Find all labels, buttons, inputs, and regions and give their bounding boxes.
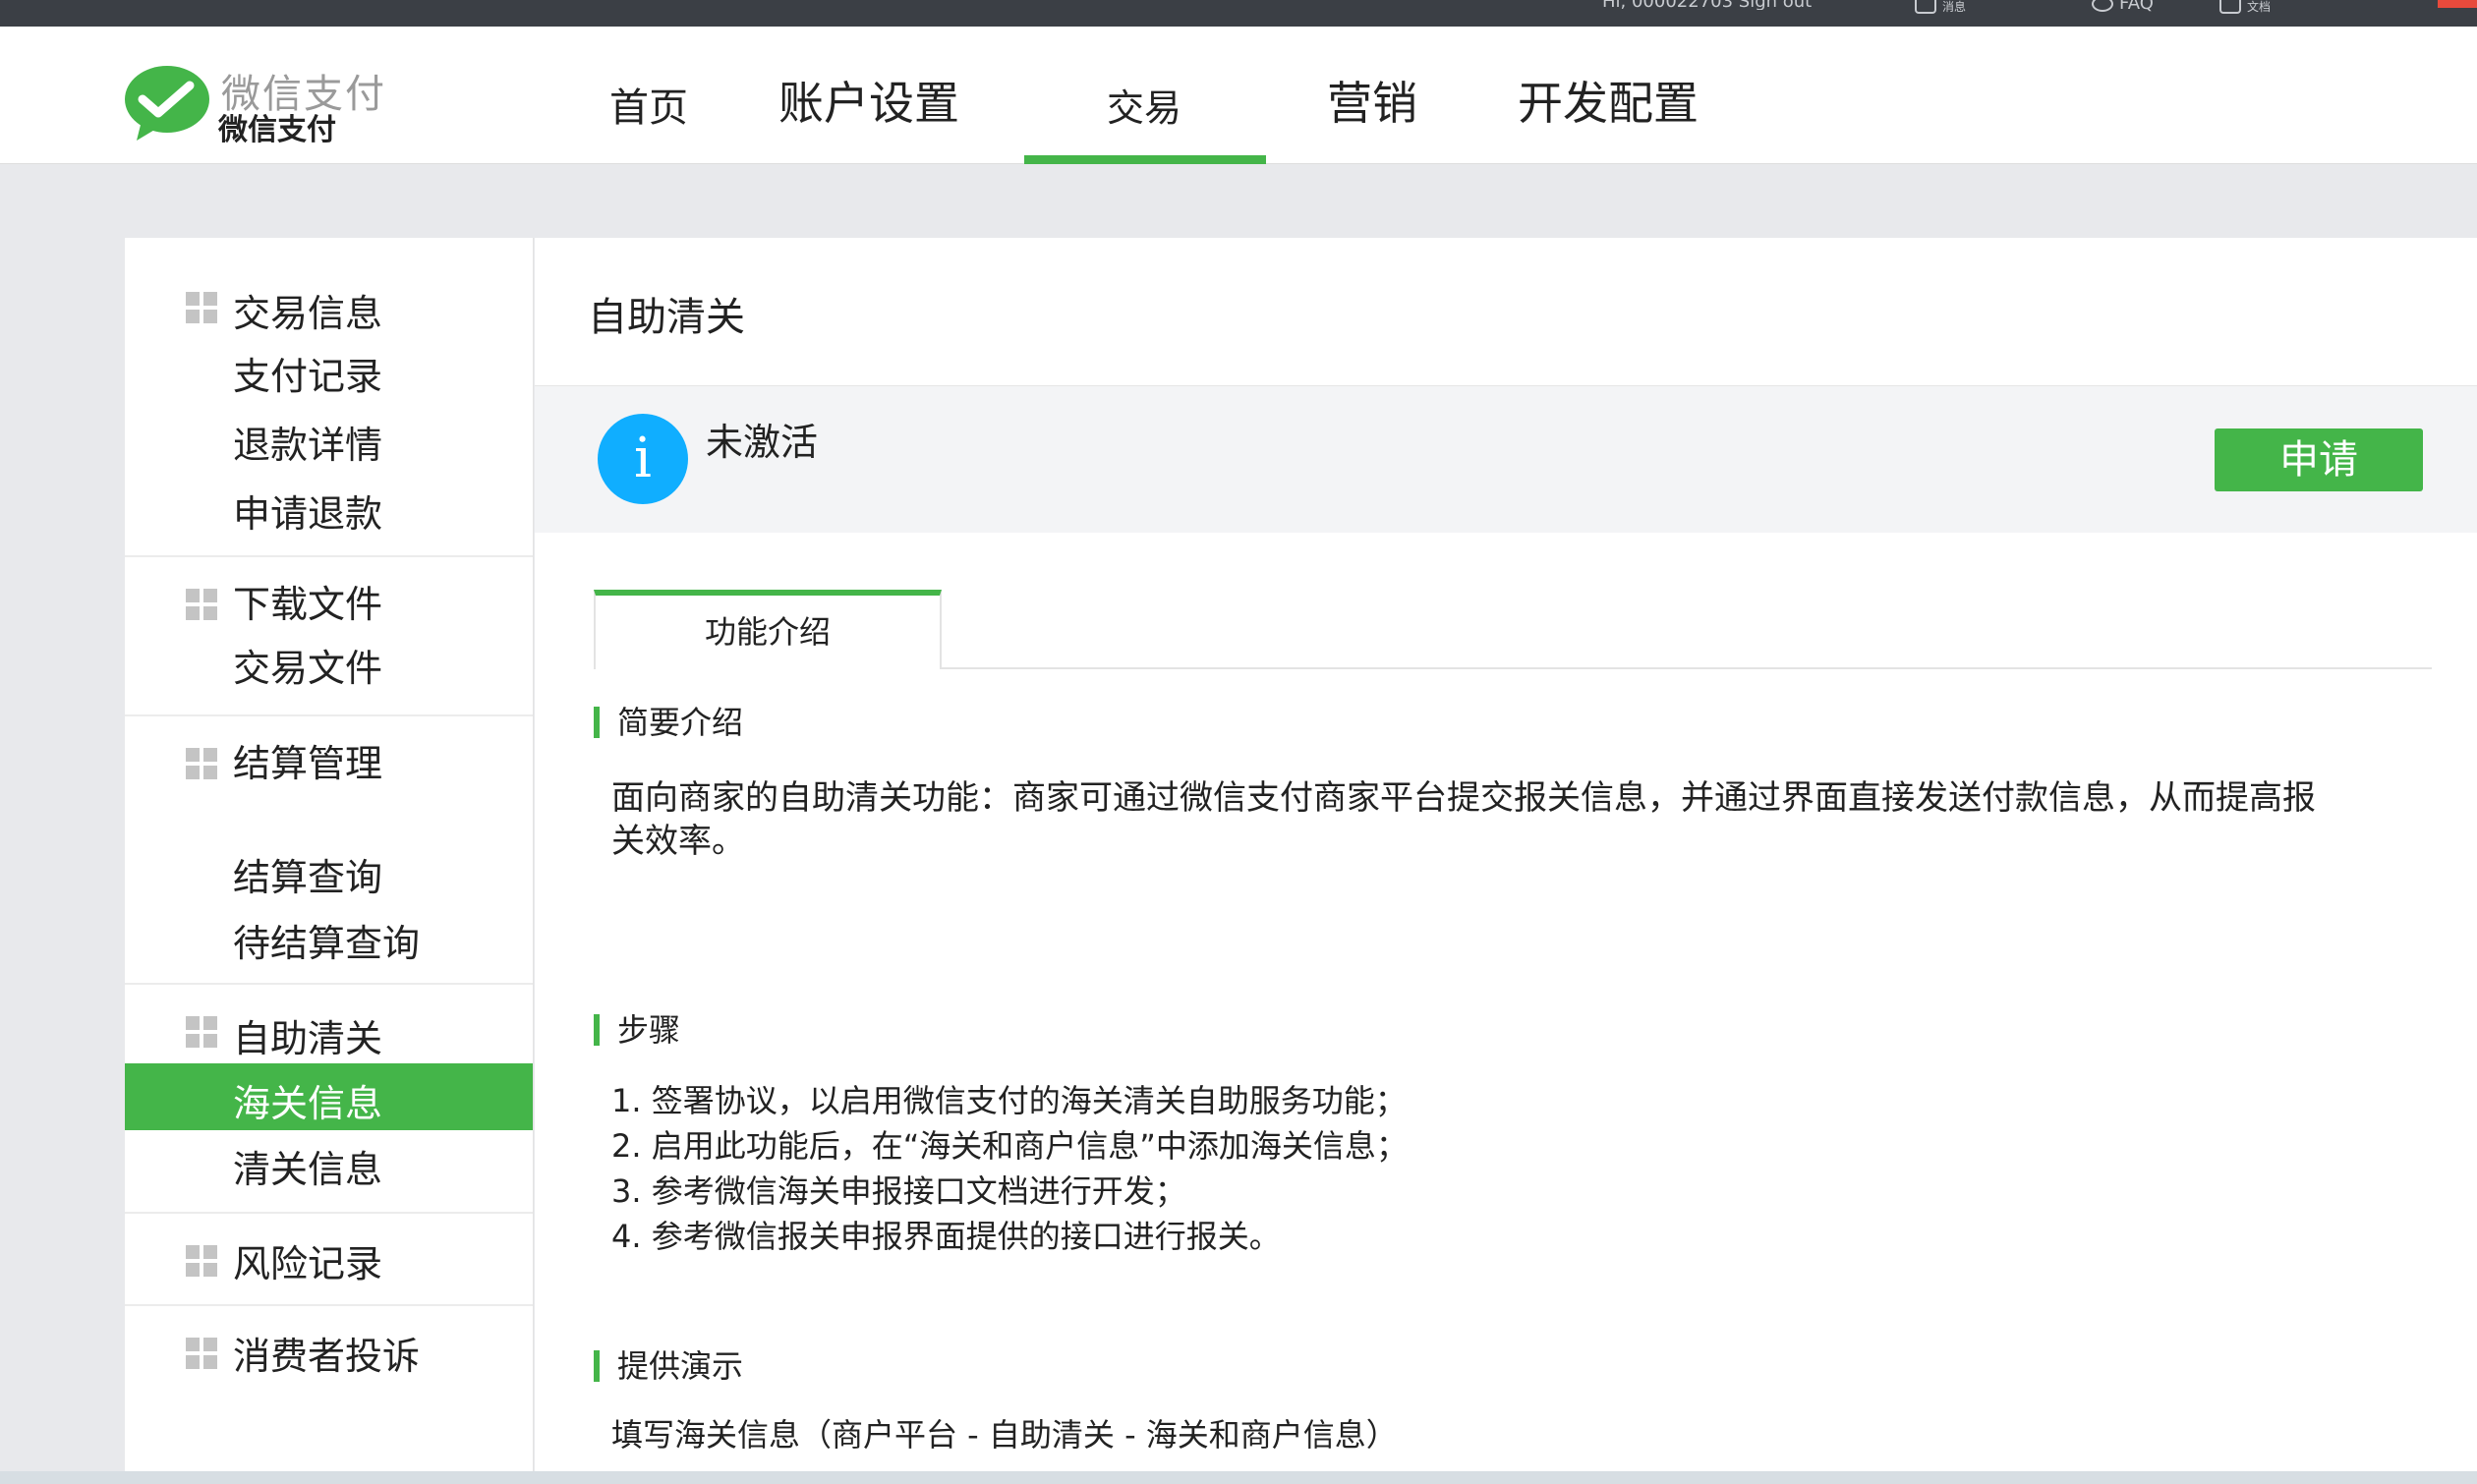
apply-button[interactable]: 申请 — [2215, 428, 2423, 491]
info-icon: i — [598, 414, 688, 504]
sidebar-item-apply-refund[interactable]: 申请退款 — [233, 484, 382, 538]
help-icon — [2092, 0, 2113, 12]
main-content: 自助清关 i 未激活 申请 功能介绍 简要介绍 面向商家的自助清关功能：商家可通… — [535, 238, 2477, 1474]
nav-developer-config[interactable]: 开发配置 — [1518, 68, 1699, 133]
site-header: 微信支付 微信支付 首页 账户设置 交易 营销 开发配置 — [0, 27, 2477, 164]
grid-icon — [186, 1338, 217, 1369]
grid-icon — [186, 1245, 217, 1277]
notification-indicator — [2438, 0, 2477, 8]
grid-icon — [186, 292, 217, 323]
section-heading-intro: 简要介绍 — [594, 707, 743, 738]
nav-home[interactable]: 首页 — [609, 76, 688, 133]
document-icon — [2219, 0, 2241, 14]
message-icon — [1915, 0, 1936, 14]
sidebar-group-title[interactable]: 风险记录 — [233, 1233, 382, 1287]
page-title: 自助清关 — [588, 295, 745, 340]
wechat-pay-logo-icon[interactable] — [123, 64, 211, 143]
sidebar-item-clearance-info[interactable]: 清关信息 — [233, 1139, 382, 1193]
section-heading-steps: 步骤 — [594, 1014, 680, 1046]
step-item: 4. 参考微信报关申报界面提供的接口进行报关。 — [611, 1218, 1281, 1255]
demo-caption: 填写海关信息（商户平台 - 自助清关 - 海关和商户信息） — [611, 1416, 1398, 1454]
account-signout-link[interactable]: Hi, 000022703 Sign out — [1602, 0, 1812, 10]
step-item: 3. 参考微信海关申报接口文档进行开发； — [611, 1172, 1186, 1210]
sidebar-group-title[interactable]: 交易信息 — [233, 283, 382, 337]
sidebar-item-pending-settlement-query[interactable]: 待结算查询 — [233, 913, 420, 967]
sidebar-group-title[interactable]: 结算管理 — [233, 733, 382, 787]
nav-marketing[interactable]: 营销 — [1327, 68, 1417, 133]
logo-subtitle: 微信支付 — [218, 113, 336, 147]
sidebar: 交易信息 支付记录 退款详情 申请退款 下载文件 交易文件 结算管理 结算查询 … — [125, 238, 534, 1474]
sidebar-item-transaction-files[interactable]: 交易文件 — [233, 638, 382, 692]
messages-link[interactable]: 消息 — [1915, 0, 1966, 14]
sidebar-group-settlement: 结算管理 结算查询 待结算查询 — [125, 716, 533, 985]
sidebar-group-title[interactable]: 自助清关 — [233, 1008, 382, 1062]
sidebar-item-customs-info[interactable]: 海关信息 — [125, 1063, 533, 1130]
sidebar-group-downloads: 下载文件 交易文件 — [125, 557, 533, 716]
sidebar-item-label: 海关信息 — [233, 1082, 383, 1125]
nav-transactions[interactable]: 交易 — [1107, 78, 1181, 132]
sidebar-item-refund-details[interactable]: 退款详情 — [233, 415, 382, 469]
faq-link[interactable]: FAQ — [2092, 0, 2154, 12]
sidebar-group-title[interactable]: 下载文件 — [233, 574, 382, 628]
sidebar-group-risk-records: 风险记录 — [125, 1214, 533, 1306]
grid-icon — [186, 748, 217, 779]
section-heading-demo: 提供演示 — [594, 1350, 743, 1382]
sidebar-group-transactions: 交易信息 支付记录 退款详情 申请退款 — [125, 238, 533, 557]
intro-paragraph: 面向商家的自助清关功能：商家可通过微信支付商家平台提交报关信息，并通过界面直接发… — [611, 778, 2316, 861]
nav-account-settings[interactable]: 账户设置 — [778, 68, 959, 133]
bottom-edge — [0, 1471, 2477, 1484]
activation-status-panel: i 未激活 申请 — [535, 385, 2477, 533]
status-text: 未激活 — [706, 421, 819, 464]
step-item: 1. 签署协议，以启用微信支付的海关清关自助服务功能； — [611, 1082, 1407, 1119]
step-item: 2. 启用此功能后，在“海关和商户信息”中添加海关信息； — [611, 1127, 1408, 1165]
sidebar-group-title[interactable]: 消费者投诉 — [233, 1326, 420, 1380]
sidebar-item-settlement-query[interactable]: 结算查询 — [233, 847, 382, 901]
tab-feature-intro[interactable]: 功能介绍 — [594, 590, 942, 669]
sidebar-group-consumer-complaints: 消费者投诉 — [125, 1306, 533, 1398]
top-system-bar: Hi, 000022703 Sign out 消息 FAQ 文档 — [0, 0, 2477, 27]
sidebar-group-customs: 自助清关 海关信息 清关信息 — [125, 985, 533, 1214]
docs-link[interactable]: 文档 — [2219, 0, 2271, 14]
grid-icon — [186, 1016, 217, 1048]
sidebar-item-payment-records[interactable]: 支付记录 — [233, 346, 382, 400]
nav-active-indicator — [1024, 155, 1266, 164]
grid-icon — [186, 589, 217, 620]
